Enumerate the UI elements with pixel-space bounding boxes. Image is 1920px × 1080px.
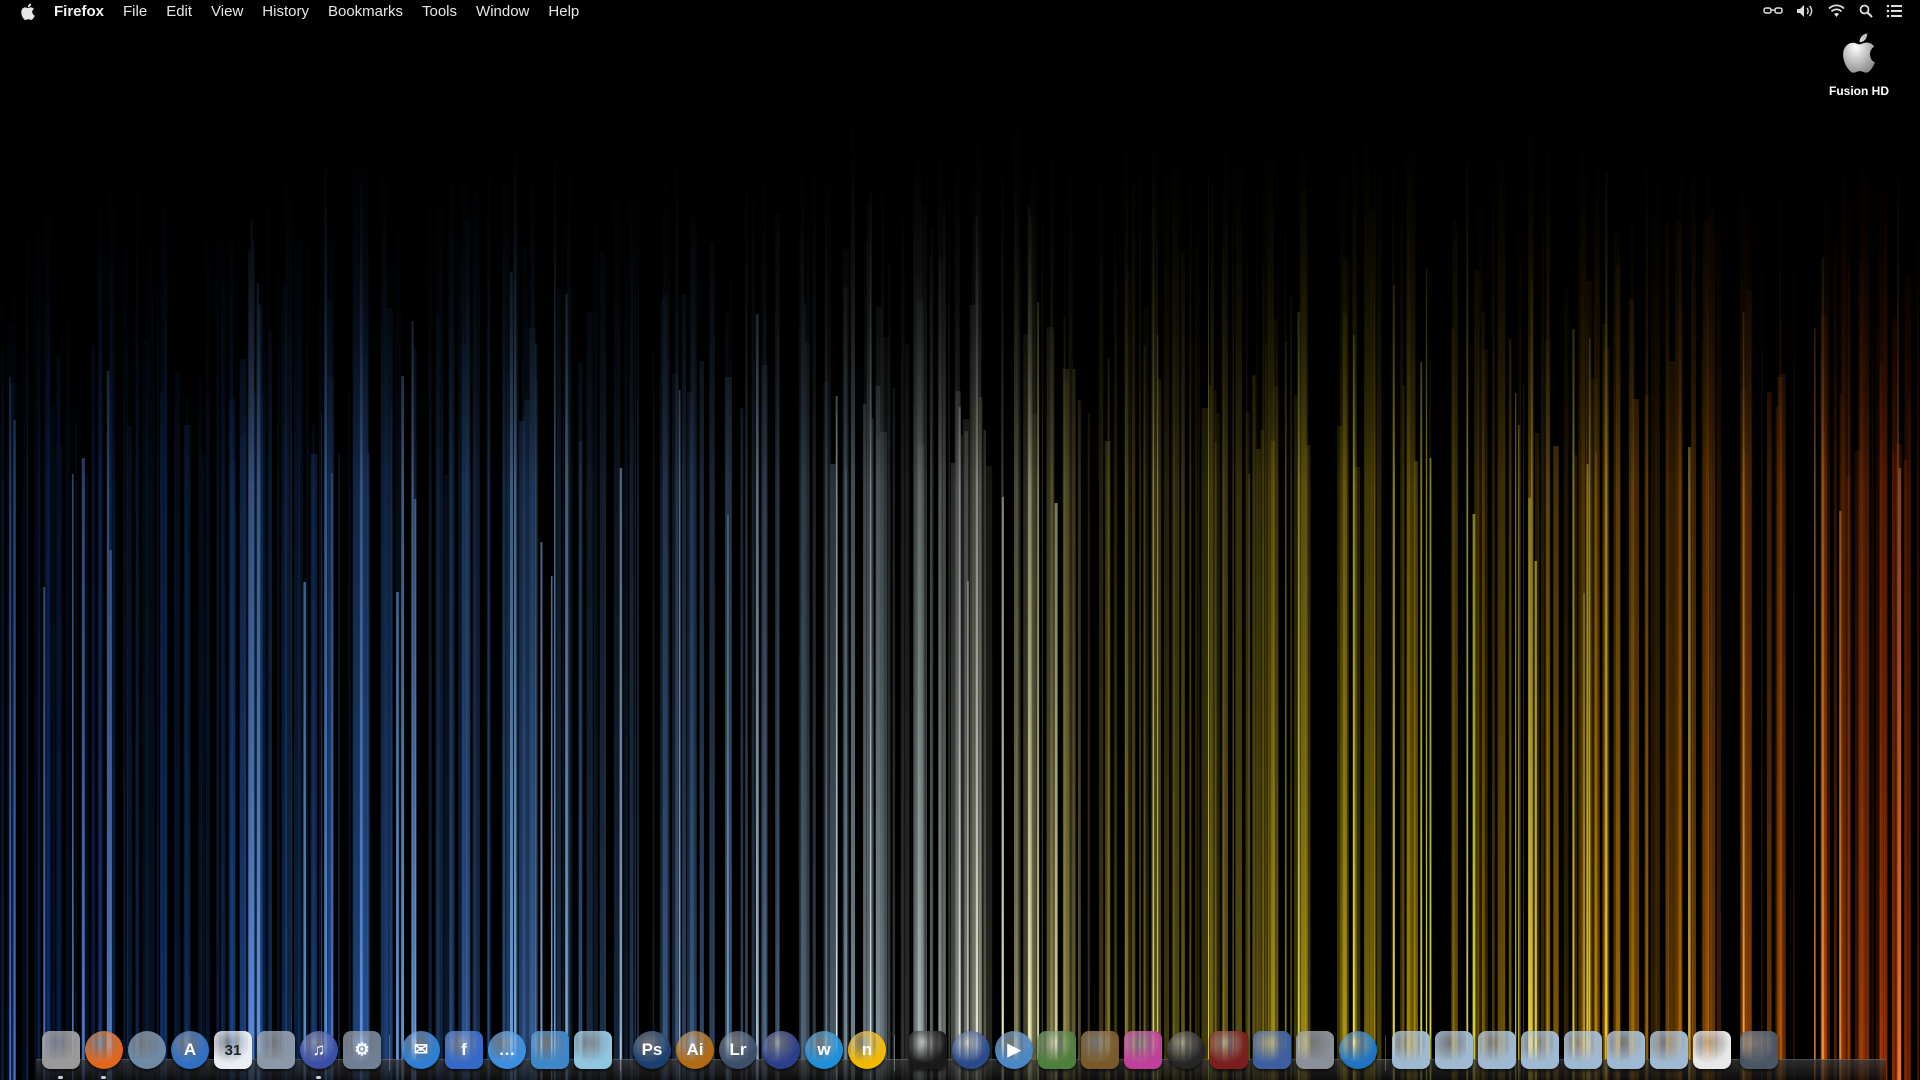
dock-item-facebook[interactable]: f <box>445 1031 483 1069</box>
n-icon: n <box>861 1040 873 1059</box>
menu-help[interactable]: Help <box>548 3 579 20</box>
facebook-icon: f <box>461 1040 467 1059</box>
dock-item-lightroom[interactable]: Lr <box>719 1031 757 1069</box>
desktop-drive-fusion-hd[interactable]: Fusion HD <box>1814 30 1904 98</box>
dock-separator <box>620 1035 621 1071</box>
dock-item-pictures-folder[interactable] <box>1478 1031 1516 1069</box>
dock-item-movies-folder[interactable] <box>1521 1031 1559 1069</box>
dock-separator <box>389 1035 390 1071</box>
dock-item-wunderlist[interactable]: w <box>805 1031 843 1069</box>
dock-item-photo-grid[interactable] <box>1210 1031 1248 1069</box>
running-indicator <box>101 1076 106 1079</box>
desktop-wallpaper <box>0 0 1920 1080</box>
dock-item-imovie[interactable] <box>1253 1031 1291 1069</box>
glasses-icon[interactable] <box>1763 6 1783 16</box>
dock-item-aperture[interactable] <box>1167 1031 1205 1069</box>
dock-item-system-preferences[interactable]: ⚙ <box>343 1031 381 1069</box>
dock-item-preview[interactable] <box>574 1031 612 1069</box>
dock-item-itunes[interactable]: ♫ <box>300 1031 338 1069</box>
dock: A 31 ♫ ⚙ ✉ f … Ps Ai Lr w n ▶ <box>36 1025 1886 1080</box>
menu-file[interactable]: File <box>123 3 147 20</box>
speech-bubble-icon: … <box>498 1040 516 1059</box>
apple-menu-icon[interactable] <box>20 2 36 20</box>
dock-item-network-radar[interactable] <box>128 1031 166 1069</box>
gear-icon: ⚙ <box>354 1040 370 1059</box>
w-icon: w <box>817 1040 831 1059</box>
dock-item-app-store[interactable]: A <box>171 1031 209 1069</box>
hard-drive-icon <box>1836 33 1882 80</box>
music-note-icon: ♫ <box>312 1040 326 1059</box>
app-store-icon: A <box>183 1040 197 1059</box>
menu-app-name[interactable]: Firefox <box>54 3 104 20</box>
dock-item-imac-utility[interactable] <box>1124 1031 1162 1069</box>
dock-item-iphoto[interactable] <box>1081 1031 1119 1069</box>
dock-item-photo-booth[interactable] <box>531 1031 569 1069</box>
dock-item-music-folder[interactable] <box>1564 1031 1602 1069</box>
volume-icon[interactable] <box>1796 4 1814 18</box>
spotlight-icon[interactable] <box>1859 4 1873 18</box>
running-indicator <box>58 1076 63 1079</box>
dock-item-quicktime[interactable]: ▶ <box>995 1031 1033 1069</box>
dock-item-cinema-4d[interactable] <box>762 1031 800 1069</box>
dock-item-downloads-stack[interactable] <box>1693 1031 1731 1069</box>
dock-item-applications-folder[interactable] <box>1392 1031 1430 1069</box>
menu-view[interactable]: View <box>211 3 243 20</box>
dock-separator <box>894 1035 895 1071</box>
running-indicator <box>316 1076 321 1079</box>
dock-item-documents-folder[interactable] <box>1435 1031 1473 1069</box>
menu-tools[interactable]: Tools <box>422 3 457 20</box>
dock-item-photoshop[interactable]: Ps <box>633 1031 671 1069</box>
dock-item-shared-folder[interactable] <box>1607 1031 1645 1069</box>
dock-item-xbmc[interactable] <box>1038 1031 1076 1069</box>
dock-item-firefox[interactable] <box>85 1031 123 1069</box>
illustrator-icon: Ai <box>686 1040 704 1059</box>
play-icon: ▶ <box>1007 1040 1021 1059</box>
calendar-icon: 31 <box>224 1041 242 1059</box>
menu-bookmarks[interactable]: Bookmarks <box>328 3 403 20</box>
dock-item-dashboard[interactable] <box>952 1031 990 1069</box>
photoshop-icon: Ps <box>641 1040 663 1059</box>
dock-item-illustrator[interactable]: Ai <box>676 1031 714 1069</box>
menu-window[interactable]: Window <box>476 3 529 20</box>
desktop-drive-label: Fusion HD <box>1829 84 1889 98</box>
mail-icon: ✉ <box>413 1040 429 1059</box>
notification-list-icon[interactable] <box>1886 4 1902 18</box>
dock-item-trash[interactable] <box>1740 1031 1778 1069</box>
dock-item-messages[interactable]: … <box>488 1031 526 1069</box>
dock-item-finder-mask[interactable] <box>42 1031 80 1069</box>
dock-item-mail[interactable]: ✉ <box>402 1031 440 1069</box>
dock-item-disk-utility[interactable] <box>1296 1031 1334 1069</box>
dock-item-calendar[interactable]: 31 <box>214 1031 252 1069</box>
menu-extras <box>1763 0 1902 22</box>
wifi-icon[interactable] <box>1827 4 1846 18</box>
dock-item-windows-vm[interactable] <box>909 1031 947 1069</box>
lightroom-icon: Lr <box>729 1040 747 1059</box>
dock-item-notes[interactable]: n <box>848 1031 886 1069</box>
dock-separator <box>1385 1035 1386 1071</box>
wallpaper-streaks <box>0 0 1920 1080</box>
menu-edit[interactable]: Edit <box>166 3 192 20</box>
dock-item-teamviewer[interactable] <box>1339 1031 1377 1069</box>
menu-history[interactable]: History <box>262 3 309 20</box>
dock-item-downloads-folder[interactable] <box>1650 1031 1688 1069</box>
dock-item-launchpad[interactable] <box>257 1031 295 1069</box>
menu-bar: Firefox File Edit View History Bookmarks… <box>0 0 1920 22</box>
